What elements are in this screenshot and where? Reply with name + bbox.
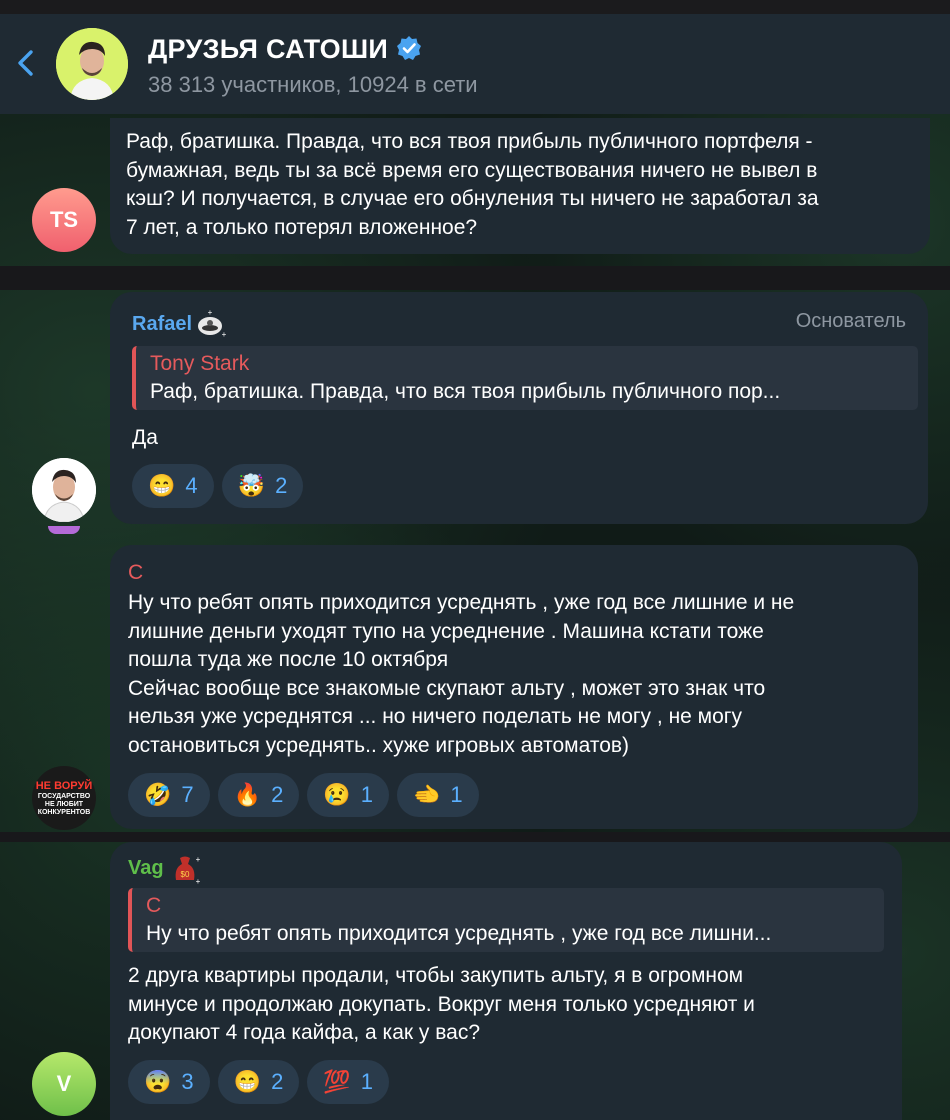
- reply-text: Раф, братишка. Правда, что вся твоя приб…: [150, 380, 781, 403]
- fearful-face-emoji-icon: 😨: [144, 1069, 172, 1094]
- reaction-chip[interactable]: 😁 2: [217, 1060, 300, 1104]
- back-arrow-icon[interactable]: [12, 48, 42, 78]
- status-bar: [0, 0, 950, 14]
- reaction-chip[interactable]: 😁 4: [132, 464, 214, 508]
- avatar-slogan-line: НЕ ВОРУЙ: [35, 779, 93, 792]
- grin-emoji-icon: 😁: [233, 1069, 262, 1094]
- avatar-slogan-line: НЕ ЛЮБИТ: [44, 800, 84, 808]
- message-text: Ну что ребят опять приходится усреднять …: [128, 591, 795, 757]
- reaction-count: 3: [181, 1069, 194, 1094]
- reaction-chip[interactable]: 💯 1: [307, 1060, 389, 1104]
- reaction-count: 7: [181, 782, 194, 807]
- reply-preview[interactable]: Tony Stark Раф, братишка. Правда, что вс…: [132, 346, 918, 410]
- reaction-count: 2: [271, 1069, 284, 1094]
- avatar-s[interactable]: НЕ ВОРУЙ ГОСУДАРСТВО НЕ ЛЮБИТ КОНКУРЕНТО…: [32, 766, 96, 830]
- svg-text:+: +: [208, 309, 213, 317]
- avatar-slogan-line: КОНКУРЕНТОВ: [37, 808, 91, 816]
- reply-author: С: [146, 894, 162, 917]
- message-bubble[interactable]: Vag $0 + + С Ну что ребят опять приходит…: [110, 842, 902, 1120]
- money-bag-emoji-status-icon: $0 + +: [175, 855, 200, 886]
- message-author[interactable]: Vag: [128, 857, 164, 880]
- svg-text:+: +: [222, 330, 227, 339]
- message-bubble[interactable]: Rafael + + Основатель Tony Stark Раф, бр…: [110, 292, 928, 524]
- hundred-points-emoji-icon: 💯: [323, 1069, 351, 1094]
- message-separator: [0, 266, 950, 290]
- message-text: Да: [132, 426, 158, 449]
- reaction-count: 4: [185, 473, 198, 498]
- avatar-v[interactable]: V: [32, 1052, 96, 1116]
- reaction-chip[interactable]: 😨 3: [128, 1060, 210, 1104]
- message-bubble[interactable]: С Ну что ребят опять приходится усреднят…: [110, 545, 918, 829]
- svg-text:+: +: [195, 855, 200, 864]
- message-author[interactable]: С: [128, 561, 143, 585]
- chat-avatar[interactable]: [56, 28, 128, 100]
- message-text: 2 друга квартиры продали, чтобы закупить…: [128, 964, 755, 1044]
- reply-text: Ну что ребят опять приходится усреднять …: [146, 922, 772, 945]
- chat-header[interactable]: ДРУЗЬЯ САТОШИ 38 313 участников, 10924 в…: [0, 14, 950, 114]
- exploding-head-emoji-icon: 🤯: [237, 473, 266, 498]
- message-author[interactable]: Rafael: [132, 313, 192, 336]
- reaction-count: 2: [275, 473, 288, 498]
- reaction-count: 1: [450, 782, 463, 807]
- avatar-rafael[interactable]: [32, 458, 96, 522]
- avatar-ring-remnant: [48, 526, 80, 534]
- reaction-chip[interactable]: 🤣 7: [128, 773, 210, 817]
- grin-emoji-icon: 😁: [148, 473, 176, 498]
- reactions-row: 🤣 7 🔥 2 😢 1 🫲 1: [128, 773, 479, 817]
- chat-member-count: 38 313 участников, 10924 в сети: [148, 72, 478, 97]
- verified-badge-icon: [397, 35, 422, 60]
- reactions-row: 😨 3 😁 2 💯 1: [128, 1060, 389, 1104]
- reaction-chip[interactable]: 🫲 1: [396, 773, 479, 817]
- avatar-ts[interactable]: TS: [32, 188, 96, 252]
- message-text: Раф, братишка. Правда, что вся твоя приб…: [126, 130, 819, 239]
- rofl-emoji-icon: 🤣: [144, 782, 172, 807]
- reaction-chip[interactable]: 😢 1: [307, 773, 389, 817]
- reaction-count: 1: [360, 782, 373, 807]
- admin-role-label: Основатель: [795, 310, 906, 332]
- crying-face-emoji-icon: 😢: [323, 782, 351, 807]
- reactions-row: 😁 4 🤯 2: [132, 464, 304, 508]
- reply-preview[interactable]: С Ну что ребят опять приходится усреднят…: [128, 888, 884, 952]
- message-separator: [0, 832, 950, 842]
- svg-text:$0: $0: [180, 870, 189, 879]
- reaction-count: 1: [360, 1069, 373, 1094]
- svg-text:+: +: [195, 877, 200, 886]
- reaction-chip[interactable]: 🔥 2: [217, 773, 300, 817]
- reaction-count: 2: [271, 782, 284, 807]
- reaction-chip[interactable]: 🤯 2: [221, 464, 304, 508]
- avatar-slogan-line: ГОСУДАРСТВО: [37, 792, 91, 800]
- fire-emoji-icon: 🔥: [233, 782, 262, 807]
- pointing-hand-emoji-icon: 🫲: [412, 782, 441, 807]
- message-bubble[interactable]: Раф, братишка. Правда, что вся твоя приб…: [110, 118, 930, 254]
- ufo-emoji-status-icon: + +: [198, 309, 227, 339]
- reply-author: Tony Stark: [150, 352, 250, 375]
- chat-title: ДРУЗЬЯ САТОШИ: [148, 34, 422, 65]
